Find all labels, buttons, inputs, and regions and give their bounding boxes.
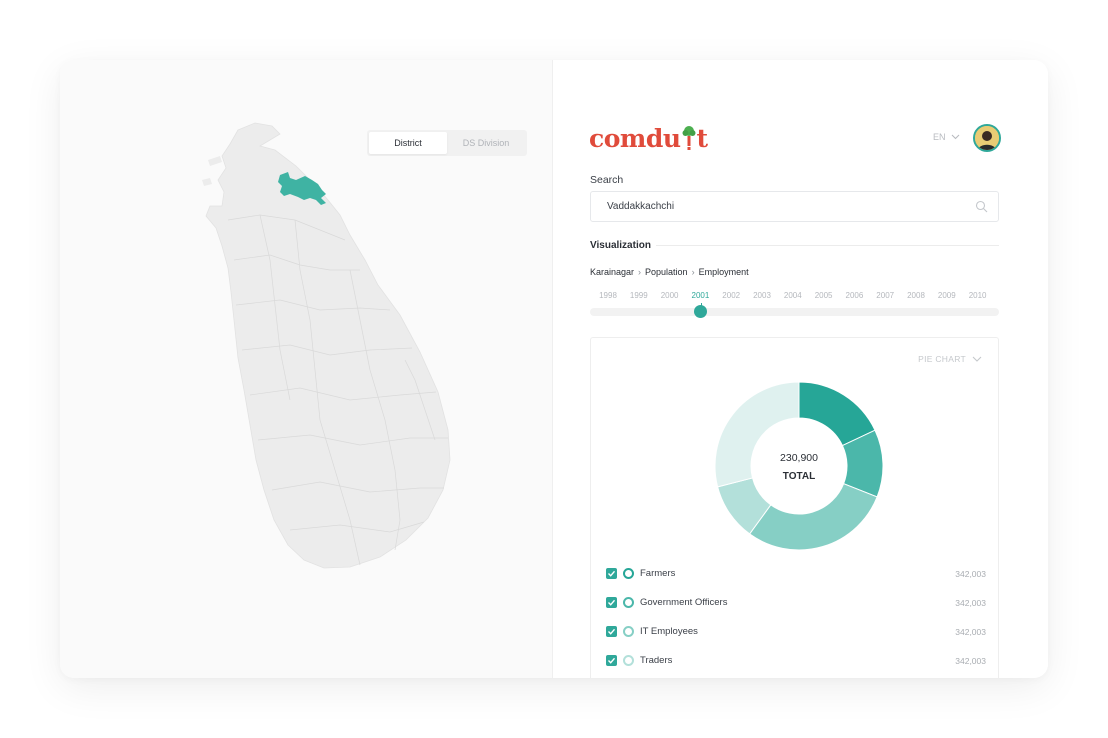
logo-text-start: comdu	[589, 124, 681, 153]
legend-label: Government Officers	[640, 597, 728, 608]
year-label[interactable]: 2002	[722, 291, 740, 300]
legend-color-ring	[623, 597, 634, 608]
legend-row: Farmers 342,003	[606, 559, 986, 588]
year-slider-track[interactable]	[590, 308, 999, 316]
language-selector[interactable]: EN	[933, 132, 960, 142]
breadcrumb-item[interactable]: Population	[645, 267, 688, 277]
island-islet-2	[202, 178, 212, 186]
legend-label: Traders	[640, 655, 673, 666]
chart-type-dropdown[interactable]: PIE CHART	[918, 354, 982, 364]
legend-value: 342,003	[955, 655, 986, 666]
checkbox-checked[interactable]	[606, 655, 617, 666]
chart-legend: Farmers 342,003 Government Officers 342,…	[606, 559, 986, 675]
donut-slice[interactable]	[748, 483, 878, 550]
legend-value: 342,003	[955, 568, 986, 579]
breadcrumb-separator: ›	[691, 267, 695, 277]
tree-icon	[682, 125, 696, 153]
year-label[interactable]: 2004	[784, 291, 802, 300]
legend-color-ring	[623, 655, 634, 666]
year-label[interactable]: 2010	[969, 291, 987, 300]
island-shape	[205, 122, 451, 569]
year-label[interactable]: 2008	[907, 291, 925, 300]
legend-row: Traders 342,003	[606, 646, 986, 675]
heading-divider	[656, 245, 999, 246]
donut-chart: 230,900 TOTAL	[715, 382, 883, 550]
island-islet	[208, 156, 222, 166]
year-label[interactable]: 1998	[599, 291, 617, 300]
legend-label: IT Employees	[640, 626, 698, 637]
year-slider-handle[interactable]	[694, 305, 707, 318]
legend-color-ring	[623, 568, 634, 579]
visualization-heading: Visualization	[590, 240, 651, 251]
total-value: 230,900	[780, 452, 818, 464]
logo-text-end: t	[696, 124, 709, 153]
checkbox-checked[interactable]	[606, 597, 617, 608]
breadcrumb-item: Employment	[698, 267, 749, 277]
year-label[interactable]: 2007	[876, 291, 894, 300]
comdu-it-logo[interactable]: comdu t	[589, 124, 708, 153]
breadcrumb-item[interactable]: Karainagar	[590, 267, 634, 277]
year-label[interactable]: 2009	[938, 291, 956, 300]
year-label[interactable]: 2006	[845, 291, 863, 300]
breadcrumb: Karainagar › Population › Employment	[590, 267, 749, 277]
chevron-down-icon	[972, 356, 982, 362]
search-icon[interactable]	[975, 200, 988, 213]
chevron-down-icon	[951, 134, 959, 140]
checkbox-checked[interactable]	[606, 568, 617, 579]
user-avatar-icon[interactable]	[973, 124, 1001, 152]
sri-lanka-map[interactable]	[200, 120, 460, 570]
app-card: District DS Division comdu t EN Search V…	[60, 60, 1048, 678]
year-label[interactable]: 2003	[753, 291, 771, 300]
year-labels: 1998 1999 2000 2001 2002 2003 2004 2005 2006 2007…	[590, 291, 999, 303]
year-label[interactable]: 2001	[691, 291, 709, 300]
chart-card: PIE CHART 230,900 TOTAL Farmers 342,003	[590, 337, 999, 678]
legend-value: 342,003	[955, 597, 986, 608]
search-box	[590, 191, 999, 222]
search-input[interactable]	[591, 192, 961, 221]
legend-color-ring	[623, 626, 634, 637]
legend-row: IT Employees 342,003	[606, 617, 986, 646]
total-label: TOTAL	[783, 471, 815, 482]
legend-value: 342,003	[955, 626, 986, 637]
legend-label: Farmers	[640, 568, 676, 579]
chart-type-label: PIE CHART	[918, 354, 966, 364]
language-label: EN	[933, 132, 946, 142]
year-label[interactable]: 2000	[661, 291, 679, 300]
year-label[interactable]: 2005	[815, 291, 833, 300]
breadcrumb-separator: ›	[638, 267, 642, 277]
legend-row: Government Officers 342,003	[606, 588, 986, 617]
year-label[interactable]: 1999	[630, 291, 648, 300]
checkbox-checked[interactable]	[606, 626, 617, 637]
details-panel: comdu t EN Search Vaddakkachchi Visualiz…	[553, 60, 1048, 678]
search-label: Search	[590, 174, 624, 186]
map-panel: District DS Division	[60, 60, 553, 678]
